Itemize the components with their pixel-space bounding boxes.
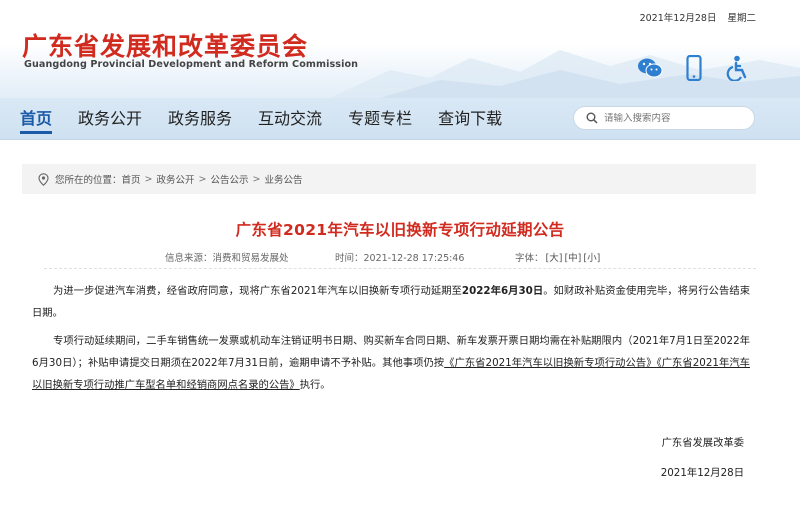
search-box xyxy=(573,106,755,130)
site-logo-cn[interactable]: 广东省发展和改革委员会 xyxy=(22,27,308,63)
font-size-medium-button[interactable]: [中] xyxy=(564,250,581,264)
mobile-icon[interactable] xyxy=(680,54,708,82)
current-date: 2021年12月28日 星期二 xyxy=(632,10,756,24)
p2-text-b: 执行。 xyxy=(299,379,331,391)
policy-link-1[interactable]: 《广东省2021年汽车以旧换新专项行动公告》 xyxy=(444,357,656,369)
nav-item-interaction[interactable]: 互动交流 xyxy=(258,98,322,140)
article-paragraph-1: 为进一步促进汽车消费，经省政府同意，现将广东省2021年汽车以旧换新专项行动延期… xyxy=(32,280,750,324)
breadcrumb-government-affairs[interactable]: 政务公开 xyxy=(157,172,195,186)
breadcrumb-separator: > xyxy=(198,173,207,185)
font-size-controls: 字体： [大] [中] [小] xyxy=(515,250,600,264)
breadcrumb-home[interactable]: 首页 xyxy=(122,172,141,186)
article-meta: 信息来源：消费和贸易发展处 时间：2021-12-28 17:25:46 字体：… xyxy=(165,250,605,264)
breadcrumb-separator: > xyxy=(252,173,261,185)
nav-items: 首页 政务公开 政务服务 互动交流 专题专栏 查询下载 xyxy=(20,98,528,140)
nav-item-query-download[interactable]: 查询下载 xyxy=(438,98,502,140)
accessibility-icon[interactable] xyxy=(724,54,752,82)
header-icon-group xyxy=(636,54,752,82)
site-logo-en: Guangdong Provincial Development and Ref… xyxy=(24,59,359,70)
breadcrumb-prefix: 您所在的位置： xyxy=(55,175,122,186)
article-source: 信息来源：消费和贸易发展处 xyxy=(165,253,289,264)
article-paragraph-2: 专项行动延续期间，二手车销售统一发票或机动车注销证明书日期、购买新车合同日期、新… xyxy=(32,330,750,396)
location-pin-icon xyxy=(38,172,49,186)
font-size-label: 字体： xyxy=(515,253,544,264)
article-signature: 广东省发展改革委 xyxy=(661,437,744,449)
search-icon[interactable] xyxy=(586,109,598,128)
weekday-text: 星期二 xyxy=(727,13,756,24)
nav-item-home[interactable]: 首页 xyxy=(20,98,53,140)
nav-item-government-affairs[interactable]: 政务公开 xyxy=(78,98,142,140)
nav-item-special-topics[interactable]: 专题专栏 xyxy=(348,98,412,140)
meta-divider xyxy=(44,268,756,269)
nav-item-government-services[interactable]: 政务服务 xyxy=(168,98,232,140)
article-time: 时间：2021-12-28 17:25:46 xyxy=(335,253,465,264)
search-input[interactable] xyxy=(604,112,744,124)
site-header: 2021年12月28日 星期二 广东省发展和改革委员会 Guangdong Pr… xyxy=(0,0,800,98)
p1-deadline: 2022年6月30日 xyxy=(461,285,544,297)
article-title: 广东省2021年汽车以旧换新专项行动延期公告 xyxy=(235,221,565,239)
font-size-large-button[interactable]: [大] xyxy=(546,250,563,264)
p1-text-a: 为进一步促进汽车消费，经省政府同意，现将广东省2021年汽车以旧换新专项行动延期… xyxy=(53,285,462,297)
date-text: 2021年12月28日 xyxy=(639,13,717,24)
font-size-small-button[interactable]: [小] xyxy=(583,250,600,264)
wechat-icon[interactable] xyxy=(636,54,664,82)
article-sign-date: 2021年12月28日 xyxy=(660,467,744,479)
breadcrumb-announcements[interactable]: 公告公示 xyxy=(210,172,248,186)
breadcrumb-business-notices[interactable]: 业务公告 xyxy=(264,172,302,186)
breadcrumb-separator: > xyxy=(144,173,153,185)
breadcrumb: 您所在的位置： 首页 > 政务公开 > 公告公示 > 业务公告 xyxy=(22,164,756,194)
